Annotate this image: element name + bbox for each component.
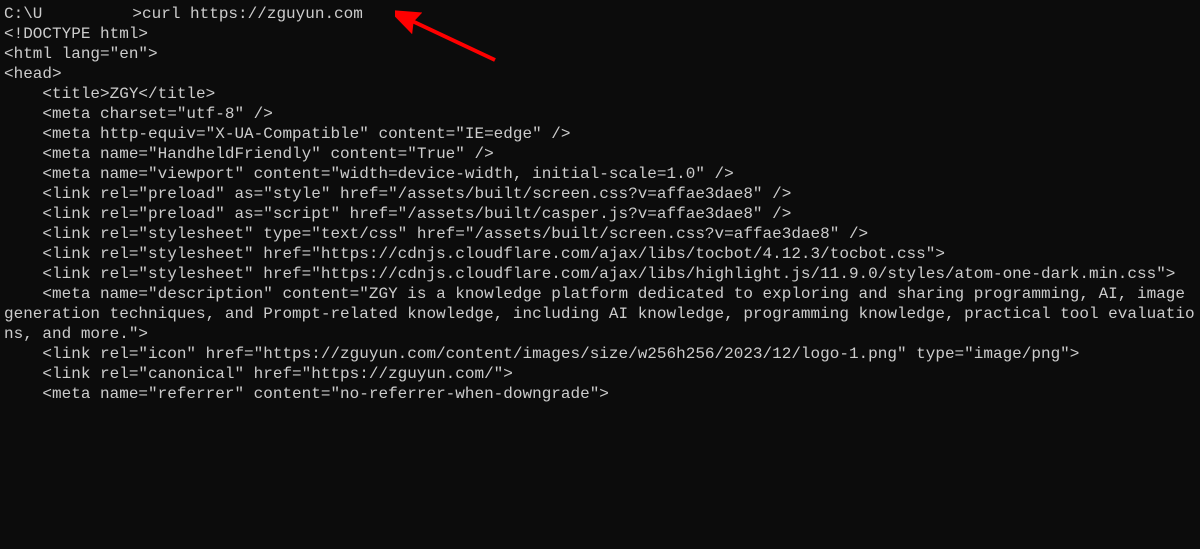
output-line-8: <meta name="HandheldFriendly" content="T… — [4, 144, 1200, 164]
output-line-21: <link rel="icon" href="https://zguyun.co… — [4, 344, 1200, 364]
redacted-path — [42, 6, 132, 22]
output-line-7: <meta http-equiv="X-UA-Compatible" conte… — [4, 124, 1200, 144]
output-line-18: <link rel="stylesheet" href="https://cdn… — [4, 264, 1200, 284]
output-line-11: <link rel="preload" as="style" href="/as… — [4, 184, 1200, 204]
output-line-5: <title>ZGY</title> — [4, 84, 1200, 104]
prompt-suffix: > — [132, 5, 142, 23]
prompt-path-prefix: C:\U — [4, 5, 42, 23]
command-prompt-line[interactable]: C:\U >curl https://zguyun.com — [4, 4, 1200, 24]
command-text: curl https://zguyun.com — [142, 5, 363, 23]
output-line-20: <meta name="description" content="ZGY is… — [4, 284, 1200, 344]
output-line-9: <meta name="viewport" content="width=dev… — [4, 164, 1200, 184]
output-line-12: <link rel="preload" as="script" href="/a… — [4, 204, 1200, 224]
output-line-23: <meta name="referrer" content="no-referr… — [4, 384, 1200, 404]
output-line-2: <html lang="en"> — [4, 44, 1200, 64]
output-line-22: <link rel="canonical" href="https://zguy… — [4, 364, 1200, 384]
output-line-3: <head> — [4, 64, 1200, 84]
output-line-1: <!DOCTYPE html> — [4, 24, 1200, 44]
output-line-6: <meta charset="utf-8" /> — [4, 104, 1200, 124]
output-line-16: <link rel="stylesheet" href="https://cdn… — [4, 244, 1200, 264]
output-line-14: <link rel="stylesheet" type="text/css" h… — [4, 224, 1200, 244]
